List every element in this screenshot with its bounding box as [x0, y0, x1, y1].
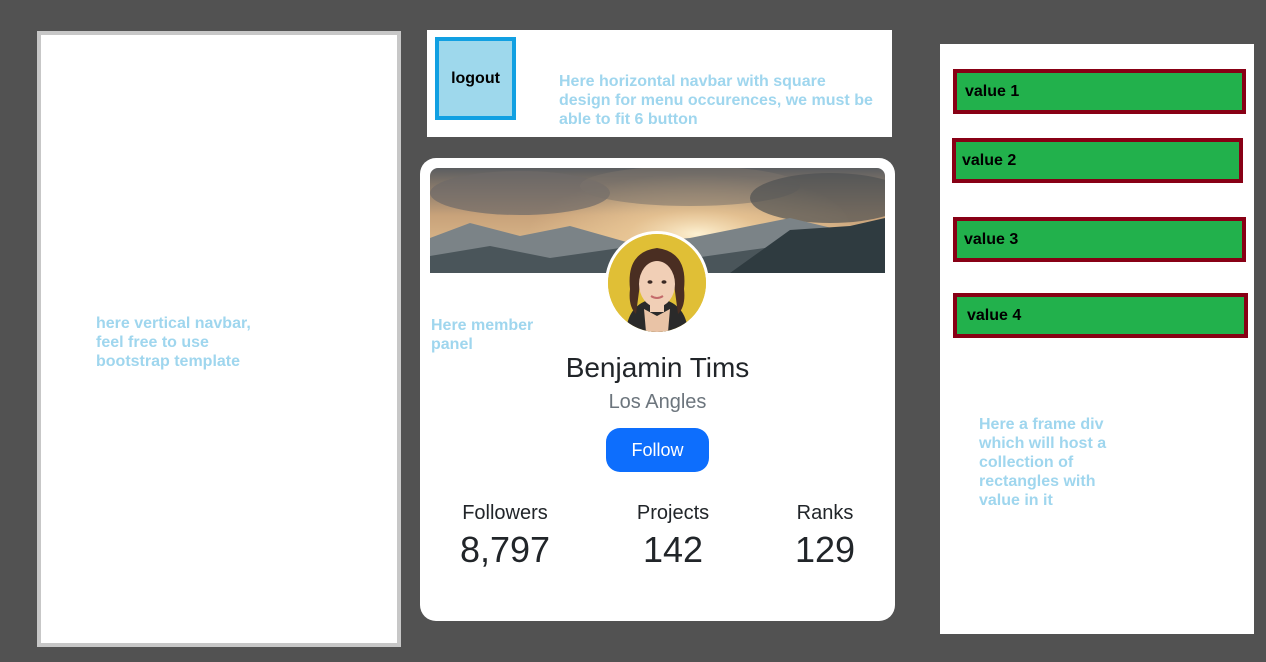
stat-label: Followers — [462, 502, 548, 524]
stat-label: Ranks — [796, 502, 854, 524]
follow-button[interactable]: Follow — [606, 428, 709, 472]
avatar — [605, 231, 709, 335]
horizontal-navbar: logout Here horizontal navbar with squar… — [427, 30, 892, 137]
vertical-navbar-placeholder: here vertical navbar, feel free to use b… — [37, 31, 401, 647]
value-rectangle: value 2 — [952, 138, 1243, 183]
stat-ranks: Ranks 129 — [755, 502, 895, 571]
value-rectangle: value 4 — [953, 293, 1248, 338]
member-location: Los Angles — [608, 391, 707, 413]
member-name: Benjamin Tims — [565, 352, 750, 383]
member-panel-note: Here member panel — [431, 317, 534, 353]
stat-projects: Projects 142 — [603, 502, 743, 571]
vertical-navbar-note: here vertical navbar, feel free to use b… — [96, 315, 251, 370]
stat-followers: Followers 8,797 — [435, 502, 575, 571]
stat-value: 8,797 — [459, 529, 551, 570]
stat-label: Projects — [636, 502, 710, 524]
value-rectangle: value 3 — [953, 217, 1246, 262]
stat-value: 142 — [642, 529, 704, 570]
stat-value: 129 — [794, 529, 856, 570]
frame-note: Here a frame div which will host a colle… — [979, 416, 1107, 509]
horizontal-navbar-note: Here horizontal navbar with square desig… — [559, 73, 873, 128]
member-panel: Here member panel Benjamin Tims Los Angl… — [420, 158, 895, 621]
value-rectangle: value 1 — [953, 69, 1246, 114]
logout-button[interactable]: logout — [435, 37, 516, 120]
value-frame: value 1 value 2 value 3 value 4 Here a f… — [940, 44, 1254, 634]
